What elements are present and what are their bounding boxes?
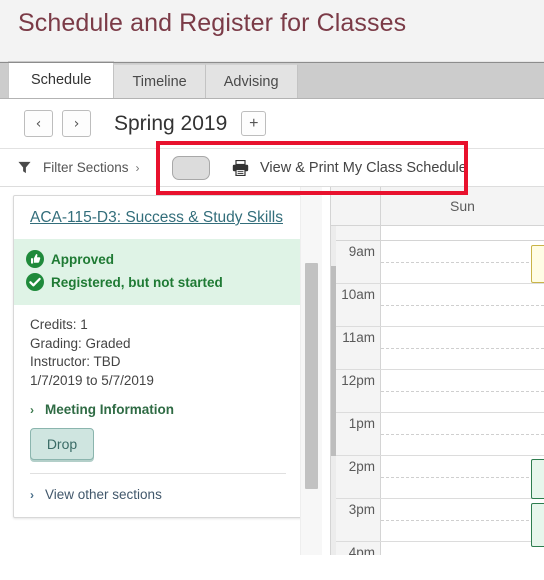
chevron-left-icon: ‹ [35, 115, 42, 132]
course-title-link[interactable]: ACA-115-D3: Success & Study Skills [30, 208, 286, 228]
tab-timeline-label: Timeline [132, 73, 187, 90]
tab-schedule-label: Schedule [31, 72, 92, 88]
course-list-pane: ACA-115-D3: Success & Study Skills Appro… [0, 187, 330, 555]
course-list-scrollbar-thumb[interactable] [305, 263, 318, 489]
meeting-information-label: Meeting Information [45, 402, 174, 417]
detail-instructor: Instructor: TBD [30, 354, 121, 369]
calendar-row-10am: 10am [331, 284, 544, 327]
detail-credits: Credits: 1 [30, 317, 88, 332]
view-other-sections-expander[interactable]: › View other sections [14, 474, 302, 517]
detail-date-range: 1/7/2019 to 5/7/2019 [30, 372, 154, 388]
calendar-all-day-row [331, 226, 544, 241]
calendar-slot-10am[interactable] [381, 284, 544, 326]
drop-button-wrap: Drop [14, 417, 302, 473]
calendar-event-yellow[interactable] [531, 245, 544, 283]
calendar-time-label-4pm: 4pm [331, 542, 381, 555]
calendar-event-green-2[interactable] [531, 503, 544, 547]
tab-advising-label: Advising [223, 73, 279, 90]
tab-schedule[interactable]: Schedule [8, 61, 115, 98]
calendar-header-gutter [331, 187, 381, 225]
course-detail-block: Credits: 1 Grading: Graded Instructor: T… [14, 305, 302, 390]
calendar-time-label-10am: 10am [331, 284, 381, 326]
calendar-row-11am: 11am [331, 327, 544, 370]
previous-term-button[interactable]: ‹ [24, 110, 53, 137]
chevron-right-icon: › [73, 115, 80, 132]
calendar-time-label-1pm: 1pm [331, 413, 381, 455]
calendar-slot-1pm[interactable] [381, 413, 544, 455]
calendar-body: 9am 10am 11am 12pm 1pm 2pm 3pm 4pm [331, 241, 544, 555]
course-card: ACA-115-D3: Success & Study Skills Appro… [13, 195, 303, 518]
funnel-icon [18, 161, 31, 174]
status-approved-label: Approved [51, 251, 115, 267]
plus-icon: + [249, 114, 259, 132]
calendar-row-3pm: 3pm [331, 499, 544, 542]
calendar-row-12pm: 12pm [331, 370, 544, 413]
check-circle-icon [26, 273, 44, 291]
tab-strip: Schedule Timeline Advising [0, 61, 544, 99]
next-term-button[interactable]: › [62, 110, 91, 137]
course-status-block: Approved Registered, but not started [14, 239, 302, 305]
toggle-pill-button[interactable] [172, 155, 210, 180]
calendar-slot-3pm[interactable] [381, 499, 544, 541]
chevron-right-icon: › [135, 160, 140, 175]
calendar-row-4pm: 4pm [331, 542, 544, 555]
calendar-time-label-2pm: 2pm [331, 456, 381, 498]
calendar-slot-12pm[interactable] [381, 370, 544, 412]
calendar-pane: Sun 9am 10am 11am 12pm 1pm 2pm 3pm 4pm [330, 187, 544, 555]
chevron-right-icon: › [30, 402, 34, 417]
calendar-time-label-11am: 11am [331, 327, 381, 369]
view-other-sections-label: View other sections [45, 487, 162, 502]
calendar-time-label-12pm: 12pm [331, 370, 381, 412]
filter-and-print-bar: Filter Sections › View & Print My Class … [0, 141, 544, 195]
content-area: ACA-115-D3: Success & Study Skills Appro… [0, 187, 544, 555]
print-schedule-label: View & Print My Class Schedule [260, 159, 467, 176]
status-row-approved: Approved [26, 250, 290, 268]
calendar-slot-11am[interactable] [381, 327, 544, 369]
calendar-time-label-3pm: 3pm [331, 499, 381, 541]
thumbs-up-icon [26, 250, 44, 268]
page-title: Schedule and Register for Classes [18, 9, 407, 37]
print-schedule-button[interactable]: View & Print My Class Schedule [158, 155, 467, 180]
printer-icon [232, 159, 249, 176]
meeting-information-expander[interactable]: › Meeting Information [14, 390, 302, 417]
calendar-row-2pm: 2pm [331, 456, 544, 499]
chevron-right-icon: › [30, 487, 34, 502]
term-navigation-bar: ‹ › Spring 2019 + [0, 99, 544, 149]
course-title-wrap: ACA-115-D3: Success & Study Skills [14, 196, 302, 239]
calendar-slot-4pm[interactable] [381, 542, 544, 555]
tab-advising[interactable]: Advising [204, 64, 298, 98]
calendar-scrollbar-thumb[interactable] [331, 266, 336, 456]
calendar-row-1pm: 1pm [331, 413, 544, 456]
calendar-slot-9am[interactable] [381, 241, 544, 283]
calendar-time-label-9am: 9am [331, 241, 381, 283]
status-registered-label: Registered, but not started [51, 274, 223, 290]
calendar-header: Sun [331, 187, 544, 226]
drop-button[interactable]: Drop [30, 428, 94, 460]
page-header: Schedule and Register for Classes [0, 0, 544, 62]
calendar-all-day-cell[interactable] [381, 226, 544, 240]
calendar-scrollbar[interactable] [331, 226, 336, 555]
filter-sections-button[interactable]: Filter Sections › [0, 160, 158, 175]
calendar-slot-2pm[interactable] [381, 456, 544, 498]
current-term-label: Spring 2019 [114, 111, 228, 135]
calendar-event-green-1[interactable] [531, 459, 544, 499]
detail-grading: Grading: Graded [30, 335, 131, 351]
tab-timeline[interactable]: Timeline [113, 64, 206, 98]
filter-sections-label: Filter Sections [43, 160, 129, 175]
calendar-day-header-sun: Sun [450, 198, 475, 214]
course-list-scrollbar[interactable] [300, 187, 322, 555]
status-row-registered: Registered, but not started [26, 273, 290, 291]
calendar-all-day-gutter [331, 226, 381, 240]
calendar-row-9am: 9am [331, 241, 544, 284]
add-term-button[interactable]: + [241, 111, 267, 136]
